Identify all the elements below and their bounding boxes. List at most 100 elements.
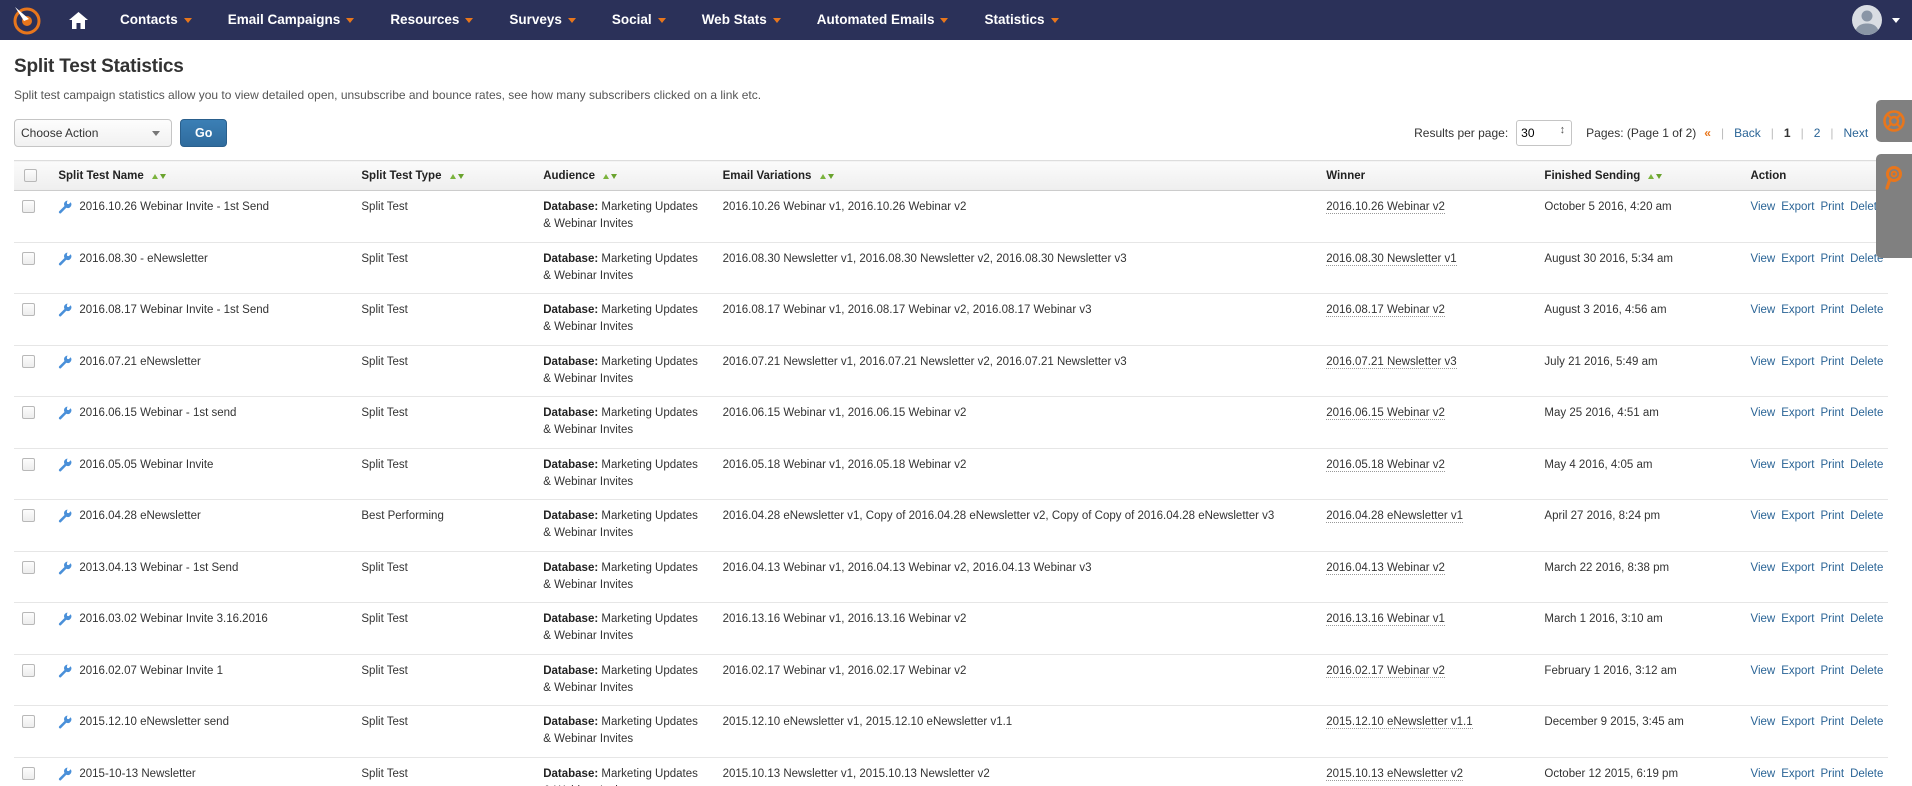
winner-link[interactable]: 2015.10.13 eNewsletter v2 <box>1326 767 1464 781</box>
row-checkbox[interactable] <box>22 509 35 523</box>
nav-item-web-stats[interactable]: Web Stats <box>684 0 799 40</box>
print-link[interactable]: Print <box>1820 562 1844 574</box>
export-link[interactable]: Export <box>1781 459 1814 471</box>
delete-link[interactable]: Delete <box>1850 459 1883 471</box>
row-select-cell[interactable] <box>14 499 51 552</box>
print-link[interactable]: Print <box>1820 407 1844 419</box>
print-link[interactable]: Print <box>1820 768 1844 780</box>
export-link[interactable]: Export <box>1781 613 1814 625</box>
row-checkbox[interactable] <box>22 612 35 626</box>
print-link[interactable]: Print <box>1820 665 1844 677</box>
choose-action-select[interactable]: Choose Action <box>14 119 172 147</box>
print-link[interactable]: Print <box>1820 716 1844 728</box>
delete-link[interactable]: Delete <box>1850 356 1883 368</box>
view-link[interactable]: View <box>1750 304 1775 316</box>
sort-arrows-icon[interactable] <box>819 170 835 182</box>
print-link[interactable]: Print <box>1820 459 1844 471</box>
wrench-icon[interactable] <box>58 664 72 684</box>
row-checkbox[interactable] <box>22 303 35 317</box>
row-checkbox[interactable] <box>22 406 35 420</box>
delete-link[interactable]: Delete <box>1850 562 1883 574</box>
wrench-icon[interactable] <box>58 715 72 735</box>
wrench-icon[interactable] <box>58 355 72 375</box>
print-link[interactable]: Print <box>1820 613 1844 625</box>
winner-link[interactable]: 2016.08.17 Webinar v2 <box>1326 304 1445 317</box>
winner-link[interactable]: 2016.05.18 Webinar v2 <box>1326 458 1445 472</box>
nav-item-surveys[interactable]: Surveys <box>491 0 594 40</box>
header-audience[interactable]: Audience <box>535 160 715 191</box>
nav-item-automated-emails[interactable]: Automated Emails <box>799 0 967 40</box>
export-link[interactable]: Export <box>1781 407 1814 419</box>
nav-item-social[interactable]: Social <box>594 0 684 40</box>
export-link[interactable]: Export <box>1781 510 1814 522</box>
row-checkbox[interactable] <box>22 715 35 729</box>
header-split-test-type[interactable]: Split Test Type <box>353 160 536 191</box>
nav-item-statistics[interactable]: Statistics <box>966 0 1076 40</box>
row-checkbox[interactable] <box>22 251 35 265</box>
nav-home-button[interactable] <box>54 0 102 40</box>
wrench-icon[interactable] <box>58 303 72 323</box>
export-link[interactable]: Export <box>1781 253 1814 265</box>
wrench-icon[interactable] <box>58 252 72 272</box>
select-all-checkbox[interactable] <box>24 169 37 182</box>
view-link[interactable]: View <box>1750 510 1775 522</box>
row-checkbox[interactable] <box>22 766 35 780</box>
wrench-icon[interactable] <box>58 561 72 581</box>
first-page-arrow[interactable]: « <box>1704 126 1711 140</box>
row-select-cell[interactable] <box>14 242 51 294</box>
delete-link[interactable]: Delete <box>1850 613 1883 625</box>
winner-link[interactable]: 2016.04.28 eNewsletter v1 <box>1326 510 1464 523</box>
print-link[interactable]: Print <box>1820 201 1844 213</box>
wrench-icon[interactable] <box>58 612 72 632</box>
header-select-all[interactable] <box>14 160 51 191</box>
view-link[interactable]: View <box>1750 407 1775 419</box>
winner-link[interactable]: 2016.02.17 Webinar v2 <box>1326 664 1445 678</box>
delete-link[interactable]: Delete <box>1850 407 1883 419</box>
brand-logo[interactable] <box>0 0 54 40</box>
row-select-cell[interactable] <box>14 293 51 346</box>
export-link[interactable]: Export <box>1781 716 1814 728</box>
delete-link[interactable]: Delete <box>1850 510 1883 522</box>
go-button[interactable]: Go <box>180 119 228 147</box>
delete-link[interactable]: Delete <box>1850 665 1883 677</box>
row-select-cell[interactable] <box>14 448 51 500</box>
view-link[interactable]: View <box>1750 253 1775 265</box>
winner-link[interactable]: 2016.04.13 Webinar v2 <box>1326 561 1445 575</box>
header-email-variations[interactable]: Email Variations <box>714 160 1319 191</box>
winner-link[interactable]: 2016.13.16 Webinar v1 <box>1326 613 1445 626</box>
print-link[interactable]: Print <box>1820 510 1844 522</box>
winner-link[interactable]: 2015.12.10 eNewsletter v1.1 <box>1326 716 1473 729</box>
row-select-cell[interactable] <box>14 551 51 603</box>
row-checkbox[interactable] <box>22 200 35 214</box>
wrench-icon[interactable] <box>58 509 72 529</box>
row-select-cell[interactable] <box>14 705 51 758</box>
winner-link[interactable]: 2016.10.26 Webinar v2 <box>1326 201 1445 214</box>
winner-link[interactable]: 2016.06.15 Webinar v2 <box>1326 407 1445 420</box>
avatar[interactable] <box>1852 5 1882 35</box>
row-select-cell[interactable] <box>14 757 51 786</box>
row-select-cell[interactable] <box>14 654 51 706</box>
wrench-icon[interactable] <box>58 767 72 786</box>
sort-arrows-icon[interactable] <box>449 170 465 182</box>
row-checkbox[interactable] <box>22 663 35 677</box>
view-link[interactable]: View <box>1750 459 1775 471</box>
view-link[interactable]: View <box>1750 665 1775 677</box>
view-link[interactable]: View <box>1750 768 1775 780</box>
export-link[interactable]: Export <box>1781 304 1814 316</box>
row-select-cell[interactable] <box>14 602 51 655</box>
wrench-icon[interactable] <box>58 458 72 478</box>
winner-link[interactable]: 2016.08.30 Newsletter v1 <box>1326 252 1457 266</box>
help-tab[interactable] <box>1876 100 1912 142</box>
page-link-1-current[interactable]: 1 <box>1784 126 1791 140</box>
export-link[interactable]: Export <box>1781 665 1814 677</box>
print-link[interactable]: Print <box>1820 356 1844 368</box>
view-link[interactable]: View <box>1750 201 1775 213</box>
page-link-2[interactable]: 2 <box>1814 126 1821 140</box>
export-link[interactable]: Export <box>1781 562 1814 574</box>
results-per-page-select[interactable]: 30 <box>1516 120 1573 146</box>
nav-item-resources[interactable]: Resources <box>372 0 491 40</box>
print-link[interactable]: Print <box>1820 304 1844 316</box>
wrench-icon[interactable] <box>58 200 72 220</box>
view-link[interactable]: View <box>1750 716 1775 728</box>
nav-item-email-campaigns[interactable]: Email Campaigns <box>210 0 373 40</box>
